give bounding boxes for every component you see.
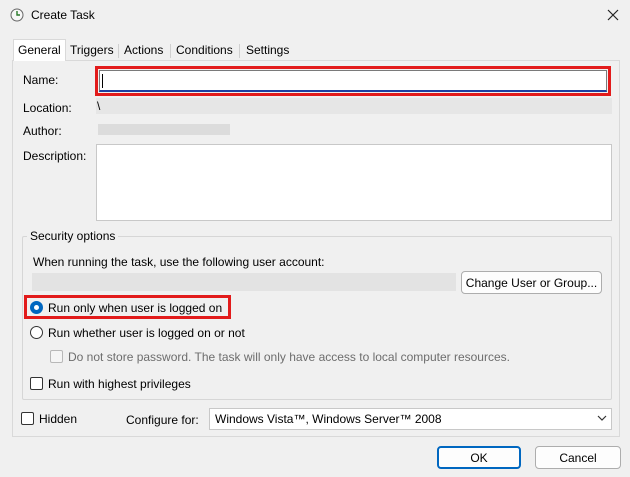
- tab-settings[interactable]: Settings: [242, 41, 294, 60]
- configure-for-select[interactable]: Windows Vista™, Windows Server™ 2008: [209, 408, 612, 430]
- tab-triggers[interactable]: Triggers: [66, 41, 118, 60]
- text-caret: [102, 74, 103, 88]
- tab-conditions[interactable]: Conditions: [172, 41, 237, 60]
- configure-for-value: Windows Vista™, Windows Server™ 2008: [215, 412, 442, 426]
- ok-button[interactable]: OK: [437, 446, 521, 469]
- run-logged-on-radio[interactable]: [30, 301, 43, 314]
- change-user-button[interactable]: Change User or Group...: [461, 271, 602, 294]
- cancel-button[interactable]: Cancel: [535, 446, 621, 469]
- close-icon: [607, 9, 619, 21]
- tab-separator: [239, 44, 240, 58]
- user-account-field: [32, 273, 456, 291]
- no-store-password-checkbox[interactable]: [50, 350, 63, 363]
- configure-for-label: Configure for:: [126, 413, 199, 427]
- run-whether-label[interactable]: Run whether user is logged on or not: [48, 326, 245, 340]
- run-logged-on-label[interactable]: Run only when user is logged on: [48, 301, 222, 315]
- hidden-label[interactable]: Hidden: [39, 412, 77, 426]
- no-store-password-label: Do not store password. The task will onl…: [68, 350, 510, 364]
- location-label: Location:: [23, 101, 72, 115]
- description-input[interactable]: [96, 144, 612, 221]
- tab-general[interactable]: General: [13, 39, 66, 61]
- security-options-legend: Security options: [27, 229, 119, 243]
- description-label: Description:: [23, 149, 87, 163]
- location-value: \: [97, 99, 101, 113]
- location-field: [96, 98, 612, 114]
- window-title: Create Task: [31, 8, 95, 22]
- clock-icon: [10, 8, 24, 22]
- author-label: Author:: [23, 124, 62, 138]
- name-input[interactable]: [99, 70, 607, 92]
- highest-privileges-checkbox[interactable]: [30, 377, 43, 390]
- highest-privileges-label[interactable]: Run with highest privileges: [48, 377, 191, 391]
- chevron-down-icon: [597, 415, 607, 421]
- tab-separator: [170, 44, 171, 58]
- tab-actions[interactable]: Actions: [120, 41, 168, 60]
- author-value: [98, 124, 230, 135]
- hidden-checkbox[interactable]: [21, 412, 34, 425]
- name-label: Name:: [23, 73, 59, 87]
- close-button[interactable]: [598, 2, 628, 28]
- tab-separator: [118, 44, 119, 58]
- account-prompt: When running the task, use the following…: [33, 255, 325, 269]
- run-whether-radio[interactable]: [30, 326, 43, 339]
